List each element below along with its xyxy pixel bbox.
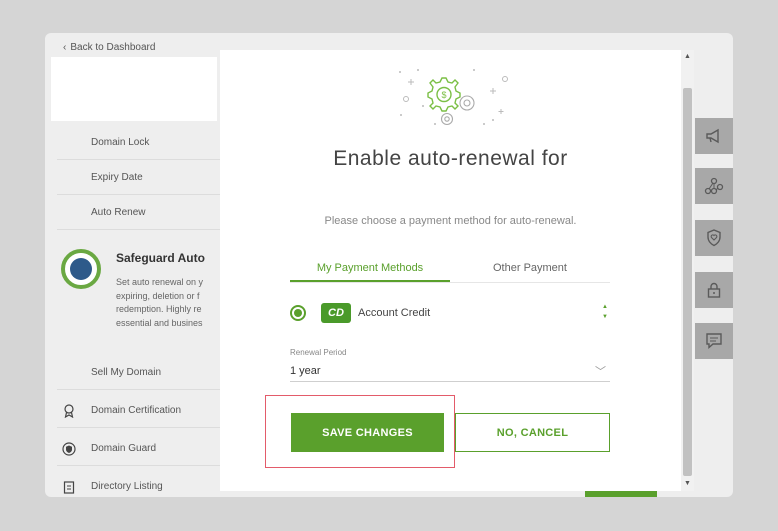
- back-to-dashboard-link[interactable]: ‹ Back to Dashboard: [63, 42, 155, 53]
- sidebar-item-label: Sell My Domain: [91, 367, 162, 378]
- tab-my-payment-methods[interactable]: My Payment Methods: [290, 256, 450, 282]
- sidebar-item-label: Domain Lock: [91, 137, 150, 148]
- megaphone-icon[interactable]: [695, 118, 733, 154]
- sidebar-item-expiry-date[interactable]: Expiry Date: [57, 161, 227, 195]
- domain-header-box: [51, 57, 217, 121]
- cancel-button[interactable]: NO, CANCEL: [455, 413, 610, 452]
- promo-text: Set auto renewal on y expiring, deletion…: [116, 277, 204, 328]
- renewal-period-value: 1 year: [290, 365, 321, 377]
- renewal-period-select[interactable]: 1 year ﹀: [290, 361, 610, 382]
- network-icon[interactable]: [695, 168, 733, 204]
- renewal-period-label: Renewal Period: [290, 348, 347, 357]
- sidebar-item-label: Expiry Date: [91, 172, 143, 183]
- modal-scrollbar[interactable]: ▲ ▼: [681, 50, 694, 491]
- lock-icon[interactable]: [695, 272, 733, 308]
- sidebar-item-label: Domain Guard: [91, 443, 157, 454]
- sidebar-item-domain-certification[interactable]: Domain Certification: [57, 394, 227, 428]
- scroll-up-icon[interactable]: ▲: [683, 52, 692, 62]
- chevron-left-icon: ‹: [63, 42, 67, 53]
- sidebar-item-auto-renew[interactable]: Auto Renew: [57, 196, 227, 230]
- safeguard-icon: [61, 249, 101, 289]
- chevron-down-icon: ﹀: [595, 366, 606, 378]
- account-credit-radio[interactable]: [290, 305, 306, 321]
- shield-icon: [57, 441, 81, 457]
- payment-method-account-credit[interactable]: CD Account Credit ▲ ▼: [290, 300, 610, 326]
- certificate-icon: [57, 403, 81, 419]
- mini-scroll-arrows-icon[interactable]: ▲ ▼: [602, 302, 608, 322]
- gears-illustration-icon: $: [388, 62, 512, 134]
- sidebar-item-label: Auto Renew: [91, 207, 146, 218]
- modal-title: Enable auto-renewal for: [333, 147, 568, 170]
- tab-other-payment[interactable]: Other Payment: [450, 256, 610, 282]
- sidebar-item-domain-guard[interactable]: Domain Guard: [57, 432, 227, 466]
- payment-tabs: My Payment Methods Other Payment: [290, 256, 610, 283]
- modal-subtitle: Please choose a payment method for auto-…: [324, 215, 577, 227]
- account-credit-badge: CD: [321, 303, 351, 323]
- scrollbar-thumb[interactable]: [683, 88, 692, 476]
- svg-text:$: $: [441, 90, 446, 100]
- sidebar-item-sell-my-domain[interactable]: Sell My Domain: [57, 356, 227, 390]
- scroll-down-icon[interactable]: ▼: [683, 479, 692, 489]
- sidebar-item-label: Directory Listing: [91, 481, 163, 492]
- payment-method-label: Account Credit: [358, 307, 431, 319]
- sidebar-item-domain-lock[interactable]: Domain Lock: [57, 126, 227, 160]
- auto-renewal-modal: $ Enable auto-renewal for Please choose …: [220, 50, 694, 491]
- back-link-label: Back to Dashboard: [70, 42, 156, 53]
- sidebar-item-directory-listing[interactable]: Directory Listing: [57, 470, 227, 497]
- sidebar-item-label: Domain Certification: [91, 405, 182, 416]
- promo-title: Safeguard Auto: [116, 251, 205, 265]
- save-changes-button[interactable]: SAVE CHANGES: [291, 413, 444, 452]
- safeguard-promo: Safeguard Auto Set auto renewal on y exp…: [57, 238, 227, 352]
- shield-heart-icon[interactable]: [695, 220, 733, 256]
- chat-icon[interactable]: [695, 323, 733, 359]
- clipboard-icon: [57, 479, 81, 495]
